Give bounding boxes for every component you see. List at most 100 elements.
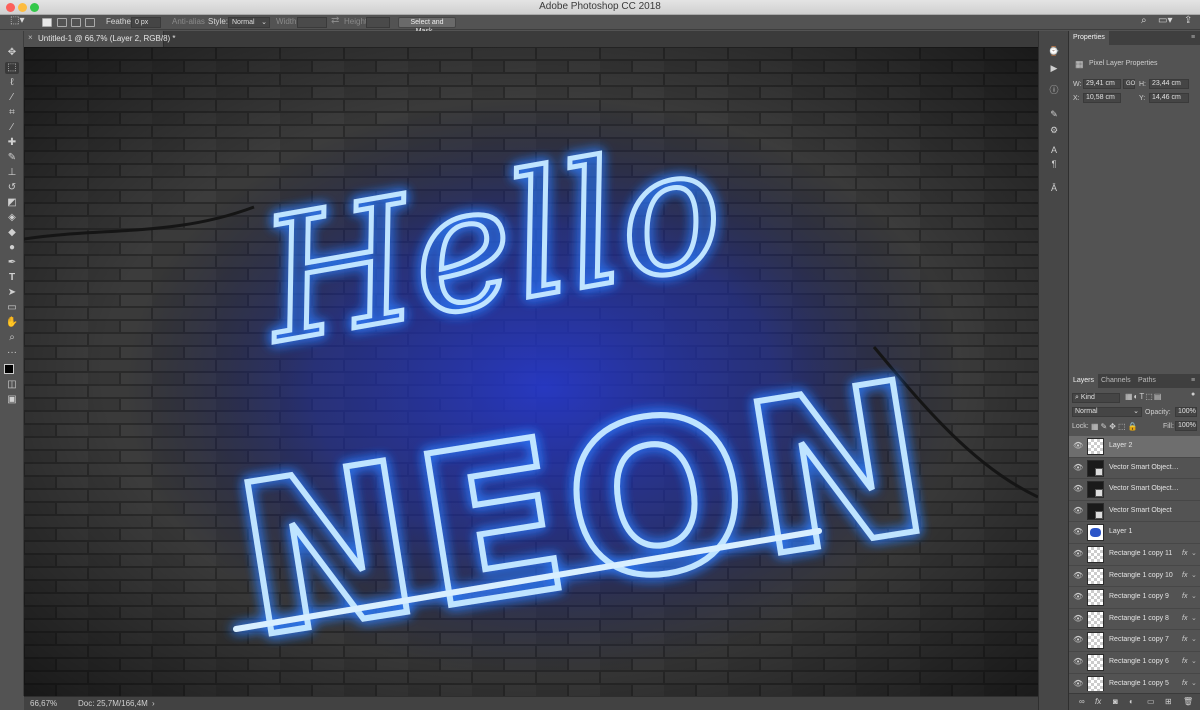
visibility-eye-icon[interactable]: 👁: [1073, 463, 1083, 472]
eraser-tool-icon[interactable]: ◩: [5, 197, 19, 209]
add-to-selection-icon[interactable]: [57, 18, 67, 27]
foreground-color-swatch[interactable]: [4, 364, 14, 374]
brushes-panel-icon[interactable]: ✎: [1047, 108, 1061, 120]
fill-input[interactable]: 100%: [1175, 421, 1197, 431]
layer-row[interactable]: 👁 Rectangle 1 copy 6 fx ⌄: [1069, 651, 1200, 674]
intersect-selection-icon[interactable]: [85, 18, 95, 27]
quick-selection-tool-icon[interactable]: ⁄: [5, 92, 19, 104]
style-select[interactable]: Normal ⌄: [228, 17, 270, 28]
layer-row[interactable]: 👁 Rectangle 1 copy 7 fx ⌄: [1069, 630, 1200, 652]
layer-row[interactable]: 👁 Layer 2: [1069, 436, 1200, 458]
paint-bucket-tool-icon[interactable]: ◈: [5, 212, 19, 224]
screen-mode-icon[interactable]: ▣: [5, 394, 19, 406]
layer-name[interactable]: Layer 1: [1109, 528, 1179, 535]
link-layers-icon[interactable]: ∞: [1079, 697, 1085, 706]
layer-name[interactable]: Rectangle 1 copy 9: [1109, 593, 1179, 600]
layer-fx-icon[interactable]: fx: [1182, 550, 1187, 557]
chevron-down-icon[interactable]: ⌄: [1191, 549, 1197, 557]
layer-row[interactable]: 👁 Vector Smart Object c...: [1069, 457, 1200, 480]
zoom-tool-icon[interactable]: ⌕: [5, 332, 19, 344]
eyedropper-tool-icon[interactable]: ∕: [5, 122, 19, 134]
layer-name[interactable]: Layer 2: [1109, 442, 1179, 449]
visibility-eye-icon[interactable]: 👁: [1073, 679, 1083, 688]
visibility-eye-icon[interactable]: 👁: [1073, 484, 1083, 493]
subtract-from-selection-icon[interactable]: [71, 18, 81, 27]
visibility-eye-icon[interactable]: 👁: [1073, 571, 1083, 580]
edit-toolbar-icon[interactable]: ···: [5, 347, 19, 359]
add-mask-icon[interactable]: ◙: [1113, 697, 1118, 706]
layer-row[interactable]: 👁 Vector Smart Object: [1069, 500, 1200, 523]
quick-mask-icon[interactable]: ◫: [5, 379, 19, 391]
visibility-eye-icon[interactable]: 👁: [1073, 441, 1083, 450]
layer-fx-icon[interactable]: fx: [1182, 615, 1187, 622]
adjustments-panel-icon[interactable]: ⚙: [1047, 124, 1061, 136]
layer-row[interactable]: 👁 Rectangle 1 copy 5 fx ⌄: [1069, 673, 1200, 691]
crop-tool-icon[interactable]: ⌗: [5, 107, 19, 119]
dodge-tool-icon[interactable]: ●: [5, 242, 19, 254]
layer-row[interactable]: 👁 Layer 1: [1069, 522, 1200, 544]
tab-channels[interactable]: Channels: [1097, 374, 1135, 388]
new-selection-icon[interactable]: [42, 18, 52, 27]
healing-brush-tool-icon[interactable]: ✚: [5, 137, 19, 149]
anti-alias-checkbox[interactable]: Anti-alias: [172, 16, 205, 28]
document-canvas[interactable]: Hello NEON: [24, 47, 1038, 696]
layer-fx-icon[interactable]: fx: [1182, 658, 1187, 665]
move-tool-icon[interactable]: ✥: [5, 47, 19, 59]
layer-style-icon[interactable]: fx: [1095, 697, 1101, 706]
blend-mode-select[interactable]: Normal ⌄: [1072, 407, 1142, 417]
layer-name[interactable]: Rectangle 1 copy 8: [1109, 615, 1179, 622]
chevron-down-icon[interactable]: ⌄: [1191, 571, 1197, 579]
layer-fx-icon[interactable]: fx: [1182, 636, 1187, 643]
chevron-down-icon[interactable]: ⌄: [1191, 635, 1197, 643]
pen-tool-icon[interactable]: ✒: [5, 257, 19, 269]
layer-name[interactable]: Rectangle 1 copy 5: [1109, 680, 1179, 687]
chevron-down-icon[interactable]: ⌄: [1191, 592, 1197, 600]
layer-name[interactable]: Rectangle 1 copy 11: [1109, 550, 1179, 557]
history-panel-icon[interactable]: ⌚: [1047, 45, 1061, 57]
type-tool-icon[interactable]: T: [5, 272, 19, 284]
layer-fx-icon[interactable]: fx: [1182, 593, 1187, 600]
layer-row[interactable]: 👁 Vector Smart Object c...: [1069, 479, 1200, 501]
marquee-tool-preset-icon[interactable]: ⬚▾: [10, 15, 24, 27]
workspace-icon[interactable]: ▭▾: [1158, 15, 1172, 27]
y-field[interactable]: 14,46 cm: [1149, 93, 1189, 103]
layer-filter-kind[interactable]: ⌕ Kind: [1072, 393, 1120, 403]
opacity-input[interactable]: 100%: [1175, 407, 1197, 417]
actions-panel-icon[interactable]: ▶: [1047, 62, 1061, 74]
clone-stamp-tool-icon[interactable]: ⊥: [5, 167, 19, 179]
layer-name[interactable]: Vector Smart Object: [1109, 507, 1179, 514]
rectangle-tool-icon[interactable]: ▭: [5, 302, 19, 314]
visibility-eye-icon[interactable]: 👁: [1073, 635, 1083, 644]
layer-name[interactable]: Rectangle 1 copy 7: [1109, 636, 1179, 643]
chevron-down-icon[interactable]: ⌄: [1191, 614, 1197, 622]
glyphs-panel-icon[interactable]: Ā: [1047, 182, 1061, 194]
history-brush-tool-icon[interactable]: ↺: [5, 182, 19, 194]
document-tab[interactable]: × Untitled-1 @ 66,7% (Layer 2, RGB/8) *: [24, 31, 176, 47]
filter-toggle-icon[interactable]: ●: [1191, 391, 1195, 398]
panel-menu-icon[interactable]: ≡: [1187, 374, 1199, 388]
path-selection-tool-icon[interactable]: ➤: [5, 287, 19, 299]
visibility-eye-icon[interactable]: 👁: [1073, 549, 1083, 558]
layer-row[interactable]: 👁 Rectangle 1 copy 8 fx ⌄: [1069, 608, 1200, 631]
status-menu-arrow[interactable]: ›: [152, 699, 155, 708]
new-group-icon[interactable]: ▭: [1147, 697, 1155, 706]
height-field[interactable]: 23,44 cm: [1149, 79, 1189, 89]
layer-row[interactable]: 👁 Rectangle 1 copy 9 fx ⌄: [1069, 587, 1200, 609]
visibility-eye-icon[interactable]: 👁: [1073, 506, 1083, 515]
chevron-down-icon[interactable]: ⌄: [1191, 657, 1197, 665]
chevron-down-icon[interactable]: ⌄: [1191, 679, 1197, 687]
layer-name[interactable]: Vector Smart Object c...: [1109, 464, 1179, 471]
tab-paths[interactable]: Paths: [1134, 374, 1160, 388]
feather-input[interactable]: 0 px: [131, 17, 161, 28]
blur-tool-icon[interactable]: ◆: [5, 227, 19, 239]
layer-row[interactable]: 👁 Rectangle 1 copy 10 fx ⌄: [1069, 565, 1200, 588]
x-field[interactable]: 10,58 cm: [1083, 93, 1121, 103]
layer-name[interactable]: Rectangle 1 copy 10: [1109, 572, 1179, 579]
visibility-eye-icon[interactable]: 👁: [1073, 527, 1083, 536]
visibility-eye-icon[interactable]: 👁: [1073, 592, 1083, 601]
hand-tool-icon[interactable]: ✋: [5, 317, 19, 329]
new-layer-icon[interactable]: ⊞: [1165, 697, 1172, 706]
rectangular-marquee-tool-icon[interactable]: ⬚: [5, 62, 19, 74]
link-dimensions-button[interactable]: GO: [1123, 79, 1135, 89]
layer-filter-icons[interactable]: ▦◐T⬚▤: [1125, 392, 1162, 401]
